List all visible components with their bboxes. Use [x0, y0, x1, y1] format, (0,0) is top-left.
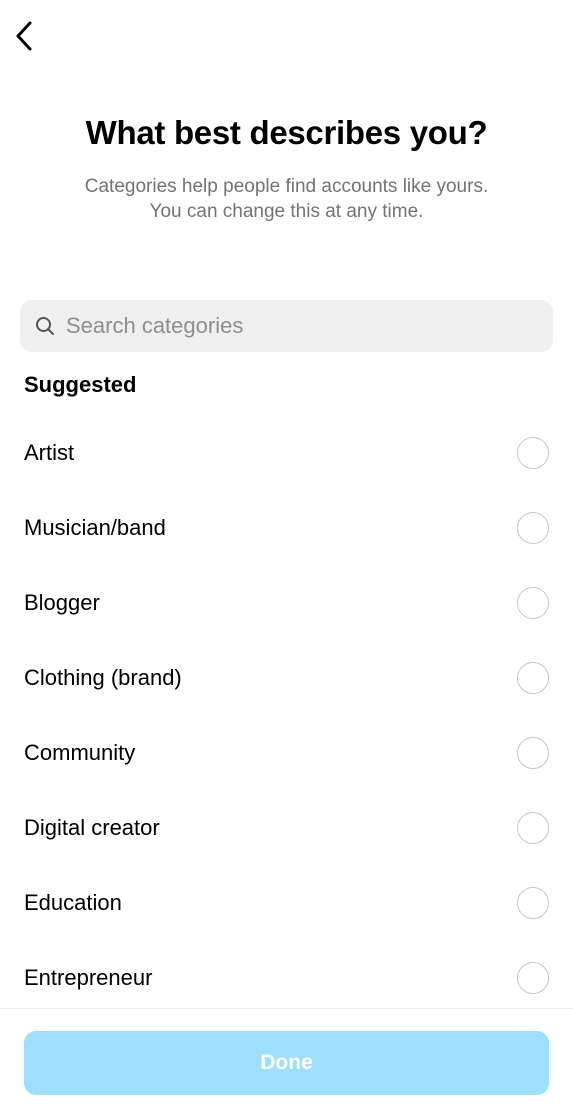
radio-button[interactable] — [517, 736, 549, 769]
page-subtitle: Categories help people find accounts lik… — [40, 174, 533, 224]
subtitle-line-2: You can change this at any time. — [149, 201, 424, 222]
footer-bar: Done — [0, 1008, 573, 1111]
category-item-blogger[interactable]: Blogger — [0, 565, 573, 640]
category-label: Artist — [24, 439, 75, 465]
category-label: Education — [24, 889, 122, 915]
page-title: What best describes you? — [85, 114, 488, 151]
radio-button[interactable] — [517, 661, 549, 694]
category-item-artist[interactable]: Artist — [0, 415, 573, 490]
subtitle-line-1: Categories help people find accounts lik… — [84, 176, 489, 197]
radio-button[interactable] — [517, 961, 549, 994]
category-label: Clothing (brand) — [24, 664, 182, 690]
search-input[interactable] — [66, 306, 553, 346]
category-item-musician-band[interactable]: Musician/band — [0, 490, 573, 565]
radio-button[interactable] — [517, 886, 549, 919]
category-item-digital-creator[interactable]: Digital creator — [0, 790, 573, 865]
category-label: Musician/band — [24, 514, 166, 540]
section-heading-suggested: Suggested — [24, 372, 137, 397]
category-label: Digital creator — [24, 814, 160, 840]
search-icon — [34, 315, 56, 337]
back-button[interactable] — [6, 16, 42, 56]
category-item-education[interactable]: Education — [0, 865, 573, 940]
search-bar[interactable] — [20, 300, 553, 352]
radio-button[interactable] — [517, 811, 549, 844]
category-label: Blogger — [24, 589, 100, 615]
category-item-entrepreneur[interactable]: Entrepreneur — [0, 940, 573, 1015]
chevron-left-icon — [16, 21, 32, 51]
radio-button[interactable] — [517, 586, 549, 619]
category-item-clothing-brand[interactable]: Clothing (brand) — [0, 640, 573, 715]
radio-button[interactable] — [517, 511, 549, 544]
category-list: Artist Musician/band Blogger Clothing (b… — [0, 415, 573, 1015]
category-label: Community — [24, 739, 136, 765]
radio-button[interactable] — [517, 436, 549, 469]
done-button[interactable]: Done — [24, 1031, 549, 1095]
category-item-community[interactable]: Community — [0, 715, 573, 790]
category-label: Entrepreneur — [24, 964, 153, 990]
